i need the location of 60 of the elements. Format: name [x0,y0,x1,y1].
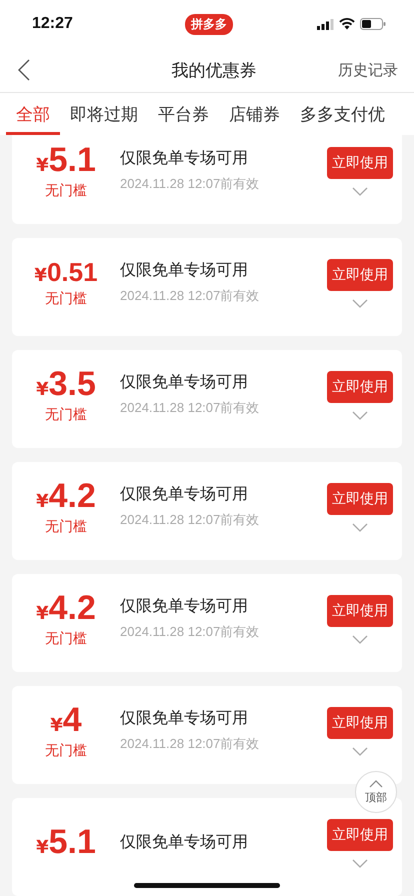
tab[interactable]: 店铺券 [219,93,290,135]
chevron-down-icon[interactable] [352,634,368,644]
wifi-icon [339,18,355,30]
coupon-condition: 无门槛 [45,182,87,200]
page-title: 我的优惠券 [172,60,256,82]
chevron-down-icon[interactable] [352,858,368,868]
coupon-validity: 2024.11.28 12:07前有效 [120,286,260,304]
coupon-condition: 无门槛 [45,630,87,648]
caret-up-icon [369,780,383,788]
status-time: 12:27 [32,15,74,33]
tab[interactable]: 即将过期 [60,93,148,135]
app-badge: 拼多多 [185,14,233,34]
chevron-down-icon[interactable] [352,746,368,756]
tab[interactable]: 平台券 [148,93,219,135]
coupon-condition: 无门槛 [45,518,87,536]
coupon-amount: 5.1 [48,140,96,180]
coupon-amount: 5.1 [48,822,96,862]
coupon-amount: 4.2 [48,588,96,628]
use-now-button[interactable]: 立即使用 [327,818,393,850]
tab[interactable]: 多多支付优 [290,93,395,135]
coupon-validity: 2024.11.28 12:07前有效 [120,622,260,640]
history-link[interactable]: 历史记录 [338,60,398,80]
coupon-title: 仅限免单专场可用 [120,484,249,504]
coupon-amount: 4.2 [48,476,96,516]
currency-sign: ¥ [34,264,47,286]
use-now-button[interactable]: 立即使用 [327,594,393,626]
use-now-button[interactable]: 立即使用 [327,146,393,178]
coupon-title: 仅限免单专场可用 [120,596,249,616]
use-now-button[interactable]: 立即使用 [327,370,393,402]
signal-icon [317,18,334,30]
coupon-title: 仅限免单专场可用 [120,832,249,852]
back-icon[interactable] [18,59,30,81]
chevron-down-icon[interactable] [352,186,368,196]
coupon-title: 仅限免单专场可用 [120,260,249,280]
chevron-down-icon[interactable] [352,410,368,420]
coupon-title: 仅限免单专场可用 [120,708,249,728]
currency-sign: ¥ [36,602,49,624]
currency-sign: ¥ [50,714,63,736]
coupon-title: 仅限免单专场可用 [120,148,249,168]
currency-sign: ¥ [36,378,49,400]
coupon-amount: 3.5 [48,364,96,404]
use-now-button[interactable]: 立即使用 [327,706,393,738]
chevron-down-icon[interactable] [352,522,368,532]
use-now-button[interactable]: 立即使用 [327,258,393,290]
coupon-condition: 无门槛 [45,290,87,308]
currency-sign: ¥ [36,836,49,858]
currency-sign: ¥ [36,490,49,512]
battery-icon [360,18,386,30]
coupon-validity: 2024.11.28 12:07前有效 [120,398,260,416]
coupon-validity: 2024.11.28 12:07前有效 [120,174,260,192]
currency-sign: ¥ [36,154,49,176]
coupon-amount: 4 [62,700,82,740]
coupon-validity: 2024.11.28 12:07前有效 [120,734,260,752]
use-now-button[interactable]: 立即使用 [327,482,393,514]
coupon-amount: 0.51 [46,256,98,288]
coupon-condition: 无门槛 [45,742,87,760]
chevron-down-icon[interactable] [352,298,368,308]
coupon-validity: 2024.11.28 12:07前有效 [120,510,260,528]
coupon-condition: 无门槛 [45,406,87,424]
coupon-title: 仅限免单专场可用 [120,372,249,392]
